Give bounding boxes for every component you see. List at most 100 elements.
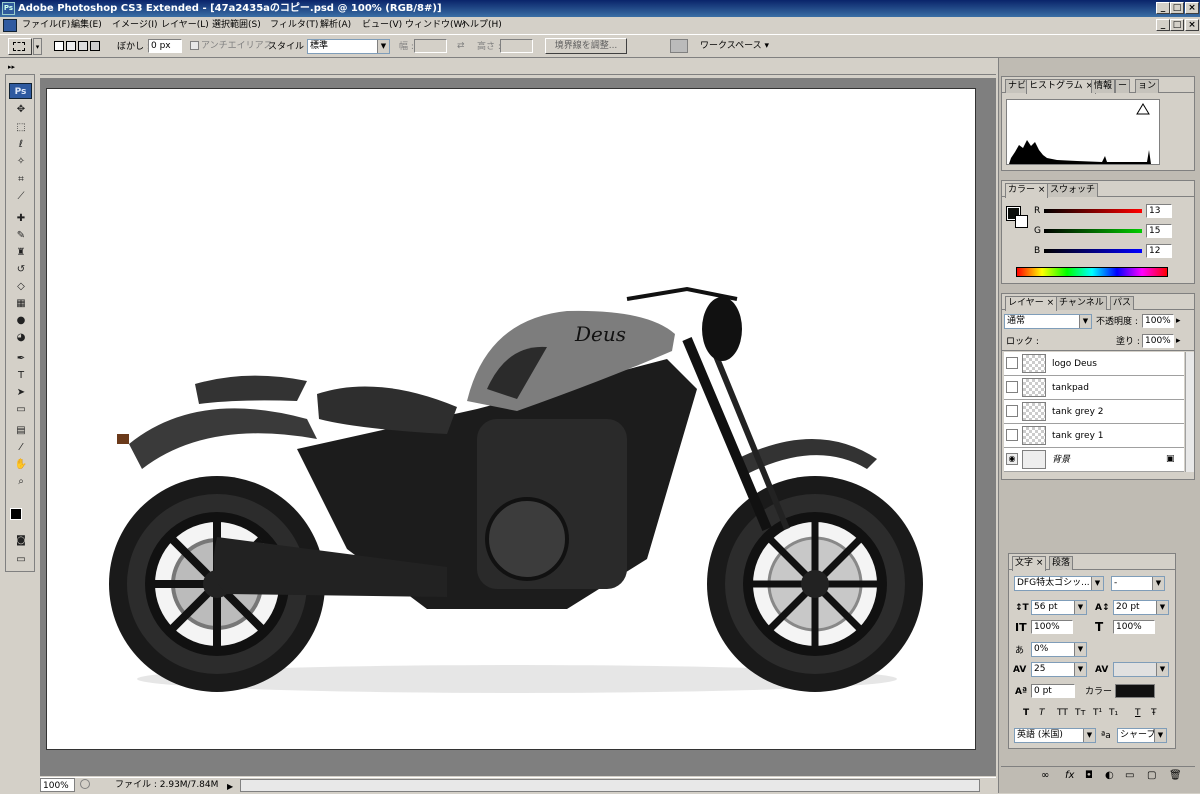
screen-mode-icon[interactable]: ▭: [12, 552, 30, 567]
g-slider[interactable]: [1044, 229, 1142, 233]
g-input[interactable]: 15: [1146, 224, 1172, 238]
history-brush-icon[interactable]: ↺: [12, 262, 30, 277]
magic-wand-icon[interactable]: ✧: [12, 154, 30, 169]
layer-row[interactable]: tankpad: [1004, 376, 1184, 400]
doc-maximize-button[interactable]: □: [1170, 19, 1184, 31]
visibility-toggle[interactable]: [1006, 381, 1018, 393]
tab-swatches[interactable]: スウォッチ: [1047, 183, 1099, 197]
zoom-tool-icon[interactable]: ⌕: [12, 474, 30, 489]
healing-brush-icon[interactable]: ✚: [12, 211, 30, 226]
blur-tool-icon[interactable]: ●: [12, 313, 30, 328]
toolbox-collapse-icon[interactable]: ▸▸: [8, 63, 15, 71]
menu-file[interactable]: ファイル(F): [22, 17, 70, 34]
blend-mode-select[interactable]: 通常 ▼: [1004, 314, 1092, 329]
vertical-scale-input[interactable]: 100%: [1031, 620, 1073, 634]
font-size-select[interactable]: 56 pt ▼: [1031, 600, 1087, 615]
eyedropper-icon[interactable]: ⁄: [12, 440, 30, 455]
brush-tool-icon[interactable]: ✎: [12, 228, 30, 243]
horizontal-scale-input[interactable]: 100%: [1113, 620, 1155, 634]
visibility-toggle[interactable]: [1006, 429, 1018, 441]
kerning-select[interactable]: ▼: [1113, 662, 1169, 677]
pen-tool-icon[interactable]: ✒: [12, 351, 30, 366]
tab-panel-a[interactable]: ー: [1115, 79, 1131, 93]
marquee-tool-icon[interactable]: ⬚: [12, 120, 30, 135]
adjustment-layer-icon[interactable]: ◐: [1105, 770, 1114, 781]
swap-icon[interactable]: ⇄: [457, 40, 465, 52]
menu-layer[interactable]: レイヤー(L): [161, 17, 209, 34]
shape-tool-icon[interactable]: ▭: [12, 402, 30, 417]
path-selection-icon[interactable]: ➤: [12, 385, 30, 400]
subscript-button[interactable]: T₁: [1109, 707, 1118, 719]
strikethrough-button[interactable]: Ŧ: [1151, 707, 1157, 719]
layer-row[interactable]: tank grey 1: [1004, 424, 1184, 448]
layer-row[interactable]: ◉ 背景 ▣: [1004, 448, 1184, 472]
tab-color[interactable]: カラー ×: [1005, 183, 1049, 198]
tab-info[interactable]: 情報: [1091, 79, 1116, 93]
faux-bold-button[interactable]: T: [1023, 707, 1029, 719]
status-arrow-icon[interactable]: ▶: [227, 779, 233, 794]
font-style-select[interactable]: - ▼: [1111, 576, 1165, 591]
subtract-selection-icon[interactable]: [78, 41, 88, 51]
b-input[interactable]: 12: [1146, 244, 1172, 258]
tracking-select[interactable]: 25 ▼: [1031, 662, 1087, 677]
slice-tool-icon[interactable]: ⟋: [12, 189, 30, 204]
notes-tool-icon[interactable]: ▤: [12, 423, 30, 438]
layer-row[interactable]: logo Deus: [1004, 352, 1184, 376]
superscript-button[interactable]: T¹: [1093, 707, 1102, 719]
intersect-selection-icon[interactable]: [90, 41, 100, 51]
tab-character[interactable]: 文字 ×: [1012, 556, 1047, 571]
all-caps-button[interactable]: TT: [1057, 707, 1068, 719]
underline-button[interactable]: T: [1135, 707, 1141, 719]
r-slider[interactable]: [1044, 209, 1142, 213]
palette-well-icon[interactable]: [670, 39, 688, 53]
width-input[interactable]: [414, 39, 447, 53]
type-tool-icon[interactable]: T: [12, 368, 30, 383]
doc-minimize-button[interactable]: _: [1156, 19, 1170, 31]
menu-help[interactable]: ヘルプ(H): [461, 17, 502, 34]
tool-preset-picker[interactable]: [8, 38, 32, 55]
menu-edit[interactable]: 編集(E): [71, 17, 102, 34]
r-input[interactable]: 13: [1146, 204, 1172, 218]
tab-channels[interactable]: チャンネル: [1056, 296, 1107, 310]
hand-tool-icon[interactable]: ✋: [12, 457, 30, 472]
horizontal-scrollbar[interactable]: [240, 779, 980, 792]
new-group-icon[interactable]: ▭: [1125, 770, 1134, 781]
fill-input[interactable]: 100%: [1142, 334, 1174, 348]
menu-select[interactable]: 選択範囲(S): [212, 17, 261, 34]
eye-icon[interactable]: ◉: [1006, 453, 1018, 465]
antialias-checkbox[interactable]: [190, 41, 199, 50]
layers-scrollbar[interactable]: [1185, 352, 1194, 472]
tab-histogram[interactable]: ヒストグラム ×: [1026, 79, 1097, 94]
layer-mask-icon[interactable]: ◘: [1085, 770, 1093, 781]
gradient-tool-icon[interactable]: ▦: [12, 296, 30, 311]
height-input[interactable]: [500, 39, 533, 53]
text-color-swatch[interactable]: [1115, 684, 1155, 698]
quick-mask-icon[interactable]: ◙: [12, 533, 30, 548]
color-spectrum-bar[interactable]: [1016, 267, 1168, 277]
foreground-color-swatch[interactable]: [10, 508, 22, 520]
eraser-tool-icon[interactable]: ◇: [12, 279, 30, 294]
maximize-button[interactable]: □: [1170, 2, 1184, 14]
font-family-select[interactable]: DFG特太ゴシッ... ▼: [1014, 576, 1104, 591]
new-layer-icon[interactable]: ▢: [1147, 770, 1156, 781]
lasso-tool-icon[interactable]: ℓ: [12, 137, 30, 152]
chevron-down-icon[interactable]: ▾: [33, 38, 42, 55]
color-background-swatch[interactable]: [1015, 215, 1028, 228]
refine-edge-button[interactable]: 境界線を調整...: [545, 38, 627, 54]
visibility-toggle[interactable]: [1006, 357, 1018, 369]
feather-input[interactable]: 0 px: [148, 39, 182, 53]
link-layers-icon[interactable]: ∞: [1041, 770, 1049, 781]
tab-paths[interactable]: パス: [1110, 296, 1135, 310]
opacity-input[interactable]: 100%: [1142, 314, 1174, 328]
add-selection-icon[interactable]: [66, 41, 76, 51]
menu-image[interactable]: イメージ(I): [112, 17, 158, 34]
leading-select[interactable]: 20 pt ▼: [1113, 600, 1169, 615]
new-selection-icon[interactable]: [54, 41, 64, 51]
small-caps-button[interactable]: Tт: [1075, 707, 1086, 719]
doc-close-button[interactable]: ×: [1185, 19, 1199, 31]
fill-arrow-icon[interactable]: ▸: [1176, 335, 1181, 347]
move-tool-icon[interactable]: ✥: [12, 102, 30, 117]
document-icon[interactable]: [3, 19, 17, 32]
antialias-method-select[interactable]: シャープ ▼: [1117, 728, 1167, 743]
style-select[interactable]: 標準 ▼: [307, 39, 390, 54]
